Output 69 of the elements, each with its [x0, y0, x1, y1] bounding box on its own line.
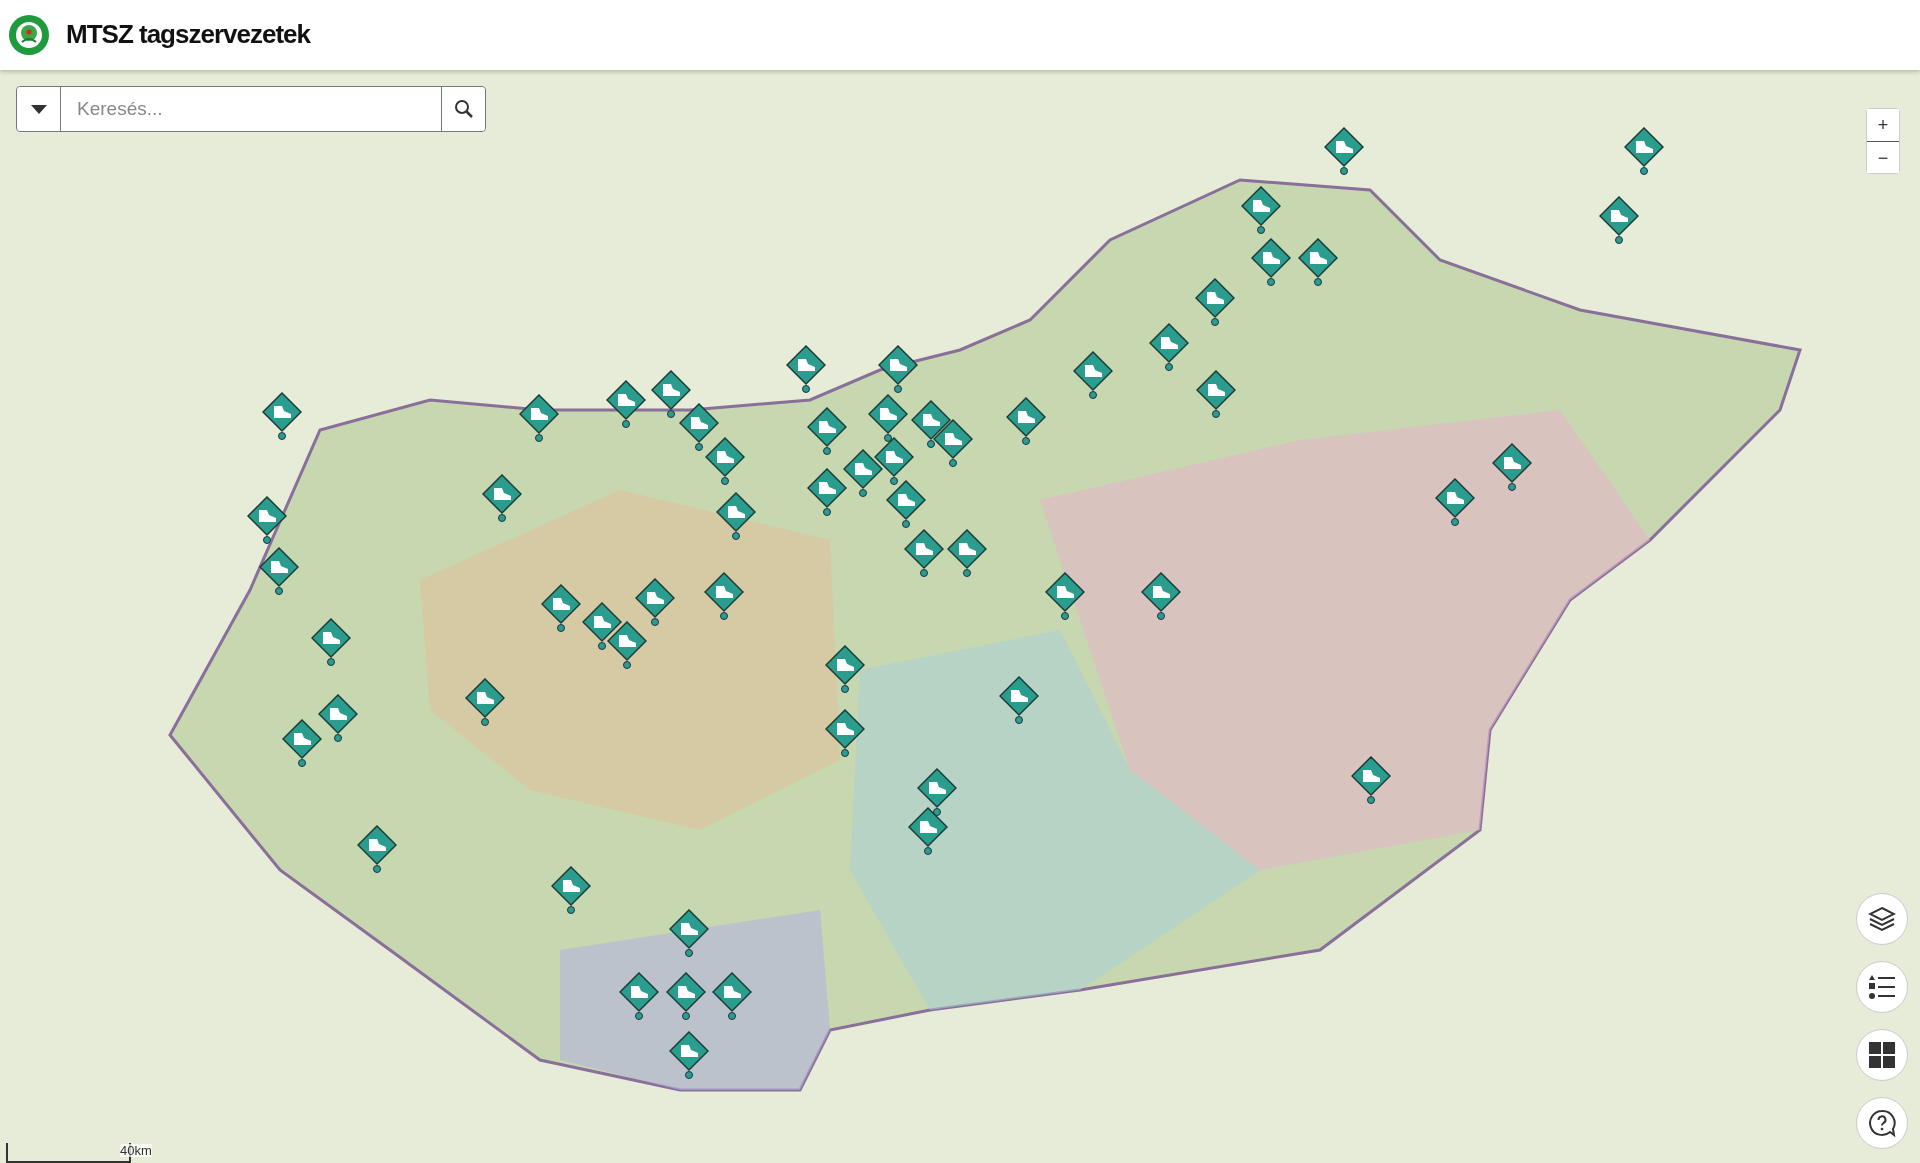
marker-icon[interactable] [605, 379, 646, 428]
marker-icon[interactable] [665, 972, 706, 1021]
marker-icon[interactable] [1149, 323, 1190, 372]
marker-icon[interactable] [317, 694, 358, 743]
marker-icon[interactable] [1006, 396, 1047, 445]
marker-icon[interactable] [1492, 443, 1533, 492]
layers-icon [1868, 906, 1896, 932]
marker-icon[interactable] [669, 1031, 710, 1080]
marker-icon[interactable] [932, 418, 973, 467]
marker-icon[interactable] [669, 908, 710, 957]
marker-icon[interactable] [867, 394, 908, 443]
marker-icon[interactable] [704, 437, 745, 486]
marker-icon[interactable] [282, 718, 323, 767]
marker-icon[interactable] [904, 529, 945, 577]
marker-icon[interactable] [843, 449, 884, 498]
marker-icon[interactable] [886, 480, 927, 529]
search-button[interactable] [441, 87, 485, 131]
marker-icon[interactable] [482, 473, 523, 522]
marker-icon[interactable] [261, 391, 302, 440]
search-icon [453, 99, 474, 119]
marker-icon[interactable] [715, 492, 756, 541]
marker-icon[interactable] [947, 529, 988, 577]
marker-icon[interactable] [679, 402, 720, 451]
marker-icon[interactable] [1241, 186, 1282, 235]
marker-icon[interactable] [357, 825, 398, 874]
marker-icon[interactable] [246, 495, 287, 544]
marker-icon[interactable] [259, 547, 300, 596]
marker-icon[interactable] [916, 767, 957, 816]
marker-icon[interactable] [518, 394, 559, 443]
marker-icon[interactable] [1434, 477, 1475, 526]
marker-icon[interactable] [606, 620, 647, 669]
marker-icon[interactable] [806, 467, 847, 516]
marker-icon[interactable] [1045, 571, 1086, 620]
marker-icon[interactable] [998, 675, 1039, 724]
marker-icon[interactable] [1073, 351, 1114, 400]
marker-icon[interactable] [1251, 237, 1291, 286]
marker-icon[interactable] [1140, 571, 1181, 620]
marker-icon[interactable] [540, 584, 581, 633]
grid-icon [1869, 1042, 1895, 1068]
dropdown-button[interactable] [17, 87, 61, 131]
marker-icon[interactable] [877, 345, 918, 394]
help-icon [1868, 1109, 1896, 1137]
logo-icon [8, 14, 50, 56]
marker-icon[interactable] [464, 678, 505, 727]
app-title: MTSZ tagszervezetek [66, 19, 310, 51]
marker-icon[interactable] [635, 578, 676, 626]
search-bar[interactable]: Keresés... [16, 86, 486, 132]
marker-icon[interactable] [785, 345, 826, 394]
marker-icon[interactable] [1297, 237, 1338, 286]
caret-icon [30, 104, 47, 114]
marker-icon[interactable] [1195, 369, 1236, 418]
marker-icon[interactable] [550, 865, 591, 914]
legend-icon [1868, 974, 1896, 1000]
marker-icon[interactable] [824, 645, 865, 694]
marker-icon[interactable] [806, 406, 847, 455]
marker-icon[interactable] [703, 571, 744, 620]
marker-icon[interactable] [908, 806, 949, 855]
marker-icon[interactable] [651, 369, 691, 418]
marker-icon[interactable] [1324, 127, 1365, 176]
marker-icon[interactable] [1598, 195, 1639, 244]
scale-label: 40km [120, 1144, 152, 1157]
marker-icon[interactable] [712, 972, 753, 1021]
marker-icon[interactable] [1624, 127, 1665, 176]
zoom-out-button[interactable]: − [1867, 141, 1899, 173]
marker-icon[interactable] [619, 972, 660, 1021]
marker-icon[interactable] [824, 709, 865, 757]
marker-icon[interactable] [1194, 278, 1235, 326]
marker-icon[interactable] [310, 618, 351, 667]
marker-icon[interactable] [1351, 755, 1392, 804]
